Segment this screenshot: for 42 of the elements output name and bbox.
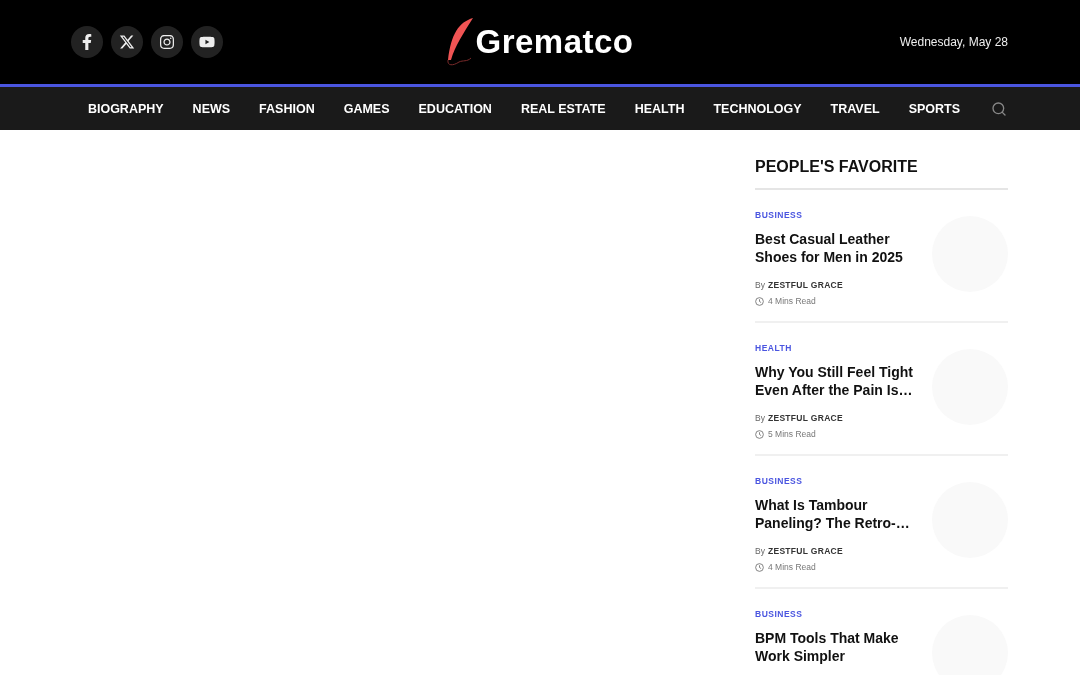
section-title: PEOPLE'S FAVORITE	[755, 158, 1008, 190]
author-link[interactable]: ZESTFUL GRACE	[767, 546, 843, 556]
category-link[interactable]: BUSINESS	[755, 210, 920, 220]
clock-icon	[755, 429, 764, 439]
nav-link[interactable]: EDUCATION	[404, 101, 507, 116]
nav-link[interactable]: TRAVEL	[816, 101, 895, 116]
nav-link[interactable]: SPORTS	[894, 101, 975, 116]
nav-link[interactable]: BIOGRAPHY	[73, 101, 179, 116]
nav-link[interactable]: TECHNOLOGY	[698, 101, 817, 116]
article-title[interactable]: What Is Tambour Paneling? The Retro-…	[755, 496, 920, 532]
feather-icon	[445, 16, 476, 68]
category-link[interactable]: BUSINESS	[755, 609, 920, 619]
nav-link[interactable]: REAL ESTATE	[506, 101, 621, 116]
current-date: Wednesday, May 28	[898, 35, 1008, 49]
instagram-link[interactable]	[151, 26, 183, 58]
author-link[interactable]: ZESTFUL GRACE	[767, 280, 843, 290]
by-label: By	[755, 280, 765, 290]
read-time: 4 Mins Read	[768, 296, 816, 306]
category-link[interactable]: HEALTH	[755, 343, 920, 353]
x-icon	[119, 34, 135, 50]
by-label: By	[755, 413, 765, 423]
youtube-link[interactable]	[191, 26, 223, 58]
read-time: 4 Mins Read	[768, 562, 816, 572]
search-icon[interactable]	[990, 100, 1007, 117]
by-label: By	[755, 546, 765, 556]
instagram-icon	[159, 34, 175, 50]
author-link[interactable]: ZESTFUL GRACE	[767, 413, 843, 423]
nav-link[interactable]: NEWS	[178, 101, 245, 116]
nav-link[interactable]: GAMES	[329, 101, 404, 116]
clock-icon	[755, 562, 764, 572]
article-title[interactable]: Best Casual Leather Shoes for Men in 2025	[755, 230, 920, 266]
facebook-link[interactable]	[71, 26, 103, 58]
article-title[interactable]: BPM Tools That Make Work Simpler	[755, 629, 920, 665]
article-title[interactable]: Why You Still Feel Tight Even After the Pain Is…	[755, 363, 920, 399]
clock-icon	[755, 296, 764, 306]
nav-link[interactable]: HEALTH	[620, 101, 699, 116]
youtube-icon	[199, 34, 215, 50]
x-link[interactable]	[111, 26, 143, 58]
nav-link[interactable]: FASHION	[244, 101, 330, 116]
category-link[interactable]: BUSINESS	[755, 476, 920, 486]
read-time: 5 Mins Read	[768, 429, 816, 439]
site-logo[interactable]: Grematco	[475, 23, 634, 61]
